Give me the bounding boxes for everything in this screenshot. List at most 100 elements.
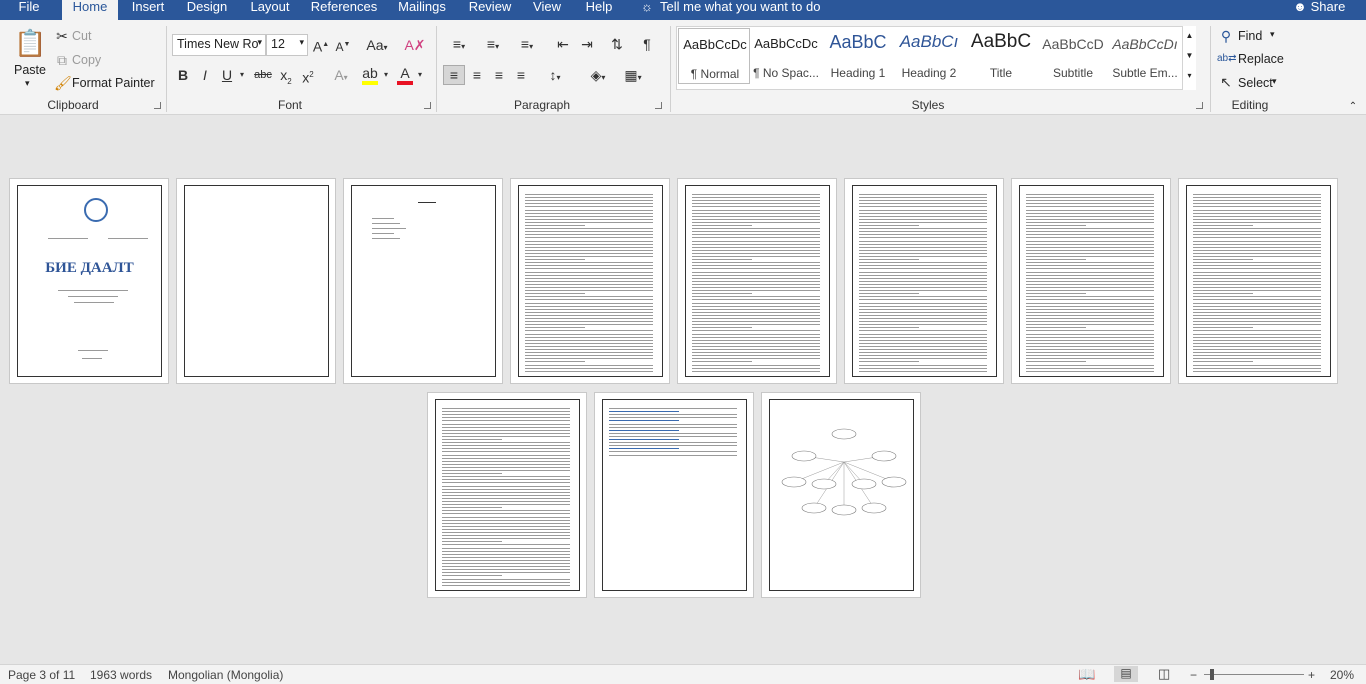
highlight-icon[interactable]: ab (360, 64, 380, 82)
share-button[interactable]: Share (1308, 0, 1348, 20)
style-no-spacing[interactable]: AaBbCcDc ¶ No Spac... (750, 28, 822, 84)
style-subtle-emphasis[interactable]: AaBbCcDı Subtle Em... (1109, 28, 1181, 84)
increase-indent-icon[interactable]: ⇥ (576, 35, 598, 53)
highlight-dropdown-icon[interactable]: ▾ (380, 66, 392, 84)
bullets-icon[interactable]: ≡▾ (444, 35, 474, 56)
web-layout-icon[interactable]: ◫ (1158, 666, 1170, 682)
align-center-icon[interactable]: ≡ (466, 66, 488, 84)
style-title[interactable]: AaBbC Title (965, 28, 1037, 84)
grow-font-icon[interactable]: A▲ (312, 36, 330, 56)
bold-icon[interactable]: B (174, 66, 192, 84)
select-button[interactable]: Select (1238, 76, 1273, 90)
multilevel-list-icon[interactable]: ≡▾ (512, 35, 542, 56)
text-line (859, 327, 919, 329)
page-thumbnail[interactable] (677, 178, 837, 384)
tab-design[interactable]: Design (180, 0, 234, 20)
tab-home[interactable]: Home (62, 0, 118, 20)
page-thumbnail[interactable] (844, 178, 1004, 384)
language-indicator[interactable]: Mongolian (Mongolia) (168, 668, 283, 682)
print-layout-icon[interactable]: ▤ (1114, 666, 1138, 682)
page-thumbnail[interactable] (761, 392, 921, 598)
page-thumbnail[interactable] (1011, 178, 1171, 384)
tab-view[interactable]: View (528, 0, 566, 20)
tab-help[interactable]: Help (578, 0, 620, 20)
styles-launcher-icon[interactable] (1196, 102, 1203, 109)
align-right-icon[interactable]: ≡ (488, 66, 510, 84)
page-thumbnail[interactable] (427, 392, 587, 598)
paste-dropdown-icon[interactable]: ▾ (25, 78, 30, 89)
find-button[interactable]: Find (1238, 29, 1262, 43)
style-normal[interactable]: AaBbCcDc ¶ Normal (678, 28, 750, 84)
tab-layout[interactable]: Layout (244, 0, 296, 20)
paste-button[interactable]: Paste (14, 63, 46, 77)
change-case-icon[interactable]: Aa▾ (362, 36, 392, 57)
text-line (609, 439, 679, 440)
zoom-level[interactable]: 20% (1330, 668, 1354, 682)
font-color-dropdown-icon[interactable]: ▾ (414, 66, 426, 84)
zoom-in-icon[interactable]: + (1308, 668, 1315, 682)
tab-file[interactable]: File (0, 0, 58, 20)
zoom-slider-thumb[interactable] (1210, 669, 1214, 680)
more-styles-icon[interactable]: ▾ (1183, 66, 1196, 86)
read-mode-icon[interactable]: 📖 (1078, 666, 1095, 683)
word-count[interactable]: 1963 words (90, 668, 152, 682)
zoom-slider[interactable] (1204, 674, 1304, 675)
page-thumbnail[interactable] (1178, 178, 1338, 384)
format-painter-icon[interactable]: 🖌 (54, 74, 72, 92)
tab-insert[interactable]: Insert (124, 0, 172, 20)
scroll-down-icon[interactable]: ▼ (1183, 46, 1196, 66)
justify-icon[interactable]: ≡ (510, 66, 532, 84)
copy-button[interactable]: Copy (72, 53, 101, 67)
line-spacing-icon[interactable]: ↕▾ (540, 66, 570, 87)
tell-me-search[interactable]: Tell me what you want to do (660, 0, 830, 20)
copy-icon[interactable]: ⧉ (54, 51, 70, 69)
numbering-icon[interactable]: ≡▾ (478, 35, 508, 56)
cut-button[interactable]: Cut (72, 29, 91, 43)
text-effects-icon[interactable]: A▾ (328, 66, 354, 87)
tab-mailings[interactable]: Mailings (392, 0, 452, 20)
subscript-icon[interactable]: x2 (276, 66, 296, 91)
strikethrough-icon[interactable]: abc (252, 66, 274, 84)
scroll-up-icon[interactable]: ▲ (1183, 26, 1196, 46)
select-dropdown-icon[interactable]: ▾ (1272, 76, 1277, 87)
tab-references[interactable]: References (308, 0, 380, 20)
show-formatting-icon[interactable]: ¶ (636, 35, 658, 53)
replace-icon[interactable]: ab⇄ (1217, 50, 1237, 68)
superscript-icon[interactable]: x2 (298, 66, 318, 87)
clear-formatting-icon[interactable]: A✗ (404, 36, 426, 54)
paragraph-launcher-icon[interactable] (655, 102, 662, 109)
style-subtitle[interactable]: AaBbCcD Subtitle (1037, 28, 1109, 84)
decrease-indent-icon[interactable]: ⇤ (552, 35, 574, 53)
style-heading-2[interactable]: AaBbCı Heading 2 (893, 28, 965, 84)
font-launcher-icon[interactable] (424, 102, 431, 109)
zoom-out-icon[interactable]: − (1190, 668, 1197, 682)
find-dropdown-icon[interactable]: ▾ (1270, 29, 1275, 40)
select-cursor-icon[interactable]: ↖ (1218, 73, 1234, 91)
tab-review[interactable]: Review (464, 0, 516, 20)
shrink-font-icon[interactable]: A▼ (334, 36, 352, 56)
search-icon[interactable]: ⚲ (1218, 27, 1234, 45)
font-name-box[interactable]: Times New Ro ▾ (172, 34, 266, 56)
sort-icon[interactable]: ⇅ (606, 35, 628, 53)
font-size-box[interactable]: 12 ▾ (266, 34, 308, 56)
format-painter-button[interactable]: Format Painter (72, 76, 155, 90)
italic-icon[interactable]: I (196, 66, 214, 84)
align-left-icon[interactable]: ≡ (443, 65, 465, 85)
shading-icon[interactable]: ◈▾ (582, 66, 614, 87)
replace-button[interactable]: Replace (1238, 52, 1284, 66)
underline-icon[interactable]: U (218, 66, 236, 84)
paste-icon[interactable]: 📋 (14, 28, 46, 58)
borders-icon[interactable]: ▦▾ (618, 66, 648, 87)
cut-icon[interactable]: ✂ (54, 27, 70, 45)
page-thumbnail[interactable] (510, 178, 670, 384)
page-thumbnail[interactable] (343, 178, 503, 384)
underline-dropdown-icon[interactable]: ▾ (236, 66, 248, 84)
style-heading-1[interactable]: AaBbC Heading 1 (822, 28, 894, 84)
page-indicator[interactable]: Page 3 of 11 (8, 668, 75, 682)
page-thumbnail[interactable] (176, 178, 336, 384)
collapse-ribbon-icon[interactable]: ⌃ (1346, 98, 1360, 116)
page-thumbnail[interactable] (594, 392, 754, 598)
clipboard-launcher-icon[interactable] (154, 102, 161, 109)
font-color-icon[interactable]: A (396, 64, 414, 82)
page-thumbnail[interactable]: БИЕ ДААЛТ (9, 178, 169, 384)
